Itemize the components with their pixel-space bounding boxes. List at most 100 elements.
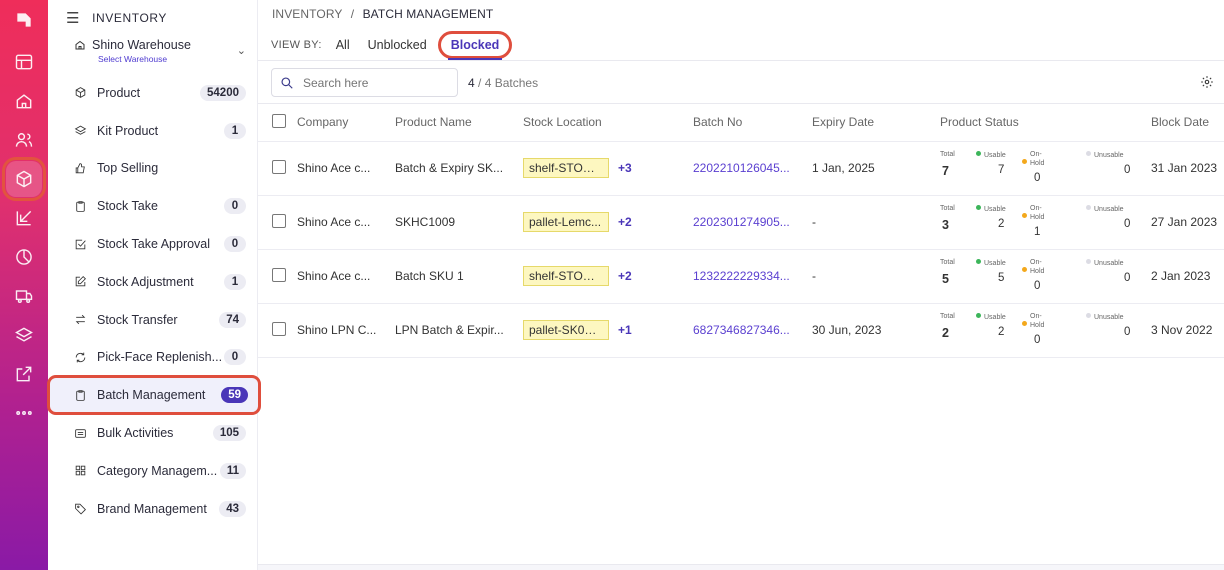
usable-value: 2 [998, 218, 1005, 230]
thumbs-up-icon [73, 161, 87, 175]
search-input[interactable] [303, 75, 443, 90]
more-locations-link[interactable]: +2 [618, 269, 632, 283]
grid-icon [73, 464, 87, 478]
usable-dot-icon [976, 313, 981, 318]
row-checkbox[interactable] [272, 321, 286, 336]
count-badge: 0 [224, 349, 246, 366]
column-header-batch-no[interactable]: Batch No [693, 104, 812, 142]
batch-no-link[interactable]: 2202301274905... [693, 195, 812, 250]
breadcrumb: INVENTORY / BATCH MANAGEMENT [272, 7, 493, 21]
sidebar-item-brand-management[interactable]: Brand Management 43 [48, 490, 258, 528]
usable-value: 7 [998, 164, 1005, 176]
more-locations-link[interactable]: +3 [618, 161, 632, 175]
location-chip[interactable]: shelf-STORA... [523, 266, 609, 286]
sidebar-item-top-selling[interactable]: Top Selling [48, 150, 258, 188]
column-header-product-status[interactable]: Product Status [940, 104, 1151, 142]
sidebar-item-stock-take-approval[interactable]: Stock Take Approval 0 [48, 225, 258, 263]
company-cell: Shino Ace c... [297, 141, 395, 196]
total-value: 5 [942, 272, 949, 286]
sidebar-item-category-management[interactable]: Category Managem... 11 [48, 452, 258, 490]
tab-unblocked[interactable]: Unblocked [368, 38, 427, 52]
select-all-checkbox[interactable] [272, 113, 286, 128]
external-link-icon[interactable] [6, 356, 42, 392]
inventory-sidebar: ☰ INVENTORY Shino Warehouse Select Wareh… [47, 0, 261, 570]
table-row[interactable]: Shino Ace c... Batch & Expiry SK... shel… [258, 141, 1224, 196]
location-chip[interactable]: shelf-STORA... [523, 158, 609, 178]
sidebar-item-stock-transfer[interactable]: Stock Transfer 74 [48, 301, 258, 339]
sidebar-item-bulk-activities[interactable]: Bulk Activities 105 [48, 414, 258, 452]
select-warehouse-link[interactable]: Select Warehouse [98, 54, 244, 64]
column-header-block-date[interactable]: Block Date [1151, 104, 1224, 142]
table-row[interactable]: Shino LPN C... LPN Batch & Expir... pall… [258, 303, 1224, 358]
list-icon [73, 426, 87, 440]
count-badge: 1 [224, 122, 246, 139]
column-header-product-name[interactable]: Product Name [395, 104, 523, 142]
sidebar-item-batch-management[interactable]: Batch Management 59 [47, 375, 261, 416]
sidebar-item-stock-take[interactable]: Stock Take 0 [48, 187, 258, 225]
column-header-stock-location[interactable]: Stock Location [523, 104, 693, 142]
tab-all[interactable]: All [336, 38, 350, 52]
column-header-expiry-date[interactable]: Expiry Date [812, 104, 940, 142]
table-row[interactable]: Shino Ace c... SKHC1009 pallet-Lemc... +2… [258, 195, 1224, 250]
count-badge: 11 [219, 462, 246, 479]
row-checkbox[interactable] [272, 159, 286, 174]
hamburger-menu-icon[interactable]: ☰ [66, 9, 80, 27]
more-icon[interactable] [6, 395, 42, 431]
truck-icon[interactable] [6, 278, 42, 314]
sidebar-item-label: Stock Transfer [97, 312, 178, 327]
more-locations-link[interactable]: +1 [618, 323, 632, 337]
breadcrumb-parent[interactable]: INVENTORY [272, 7, 342, 21]
layers-icon [73, 124, 87, 138]
inventory-icon[interactable] [2, 157, 46, 201]
chevron-down-icon[interactable]: ⌄ [237, 44, 246, 57]
onhold-dot-icon [1022, 320, 1027, 326]
sidebar-item-stock-adjustment[interactable]: Stock Adjustment 1 [48, 263, 258, 301]
unusable-dot-icon [1086, 313, 1091, 318]
layers-icon[interactable] [6, 317, 42, 353]
usable-dot-icon [976, 259, 981, 264]
users-icon[interactable] [6, 122, 42, 158]
reports-icon[interactable] [6, 239, 42, 275]
sidebar-item-label: Product [97, 85, 141, 100]
product-name-cell: Batch SKU 1 [395, 249, 523, 304]
tab-blocked[interactable]: Blocked [437, 31, 513, 60]
onhold-label: On-Hold [1030, 313, 1045, 329]
table-row[interactable]: Shino Ace c... Batch SKU 1 shelf-STORA..… [258, 249, 1224, 304]
search-box[interactable] [271, 68, 458, 97]
batch-no-link[interactable]: 6827346827346... [693, 303, 812, 358]
column-header-company[interactable]: Company [297, 104, 395, 142]
onhold-value: 0 [1034, 280, 1041, 292]
home-icon[interactable] [6, 83, 42, 119]
sidebar-item-pick-face-replenish[interactable]: Pick-Face Replenish... 0 [48, 339, 258, 377]
app-logo-icon[interactable] [6, 2, 42, 38]
row-checkbox[interactable] [272, 267, 286, 282]
gear-icon[interactable] [1200, 75, 1214, 89]
sidebar-item-label: Brand Management [97, 501, 207, 516]
total-value: 7 [942, 164, 949, 178]
sidebar-item-label: Kit Product [97, 123, 159, 138]
onhold-value: 0 [1034, 334, 1041, 346]
usable-dot-icon [976, 205, 981, 210]
count-badge: 59 [221, 387, 248, 404]
location-chip[interactable]: pallet-SK01-... [523, 320, 609, 340]
block-date-cell: 27 Jan 2023 [1151, 195, 1224, 250]
warehouse-selector[interactable]: Shino Warehouse Select Warehouse ⌄ [74, 38, 246, 64]
inbound-icon[interactable] [6, 200, 42, 236]
batch-no-link[interactable]: 2202210126045... [693, 141, 812, 196]
product-status-cell: Total 3 Usable 2 On-Hold 1 Unusable 0 [940, 195, 1151, 250]
stock-location-cell: shelf-STORA... +2 [523, 249, 693, 304]
count-badge: 0 [224, 198, 246, 215]
company-cell: Shino LPN C... [297, 303, 395, 358]
more-locations-link[interactable]: +2 [618, 215, 632, 229]
sidebar-item-kit-product[interactable]: Kit Product 1 [48, 112, 258, 150]
dashboard-icon[interactable] [6, 44, 42, 80]
batch-no-link[interactable]: 1232222229334... [693, 249, 812, 304]
location-chip[interactable]: pallet-Lemc... [523, 212, 609, 232]
sidebar-item-label: Bulk Activities [97, 426, 174, 441]
row-checkbox[interactable] [272, 213, 286, 228]
company-cell: Shino Ace c... [297, 195, 395, 250]
expiry-date-cell: 1 Jan, 2025 [812, 141, 940, 196]
sidebar-item-product[interactable]: Product 54200 [48, 74, 258, 112]
total-value: 3 [942, 218, 949, 232]
block-date-cell: 31 Jan 2023 [1151, 141, 1224, 196]
